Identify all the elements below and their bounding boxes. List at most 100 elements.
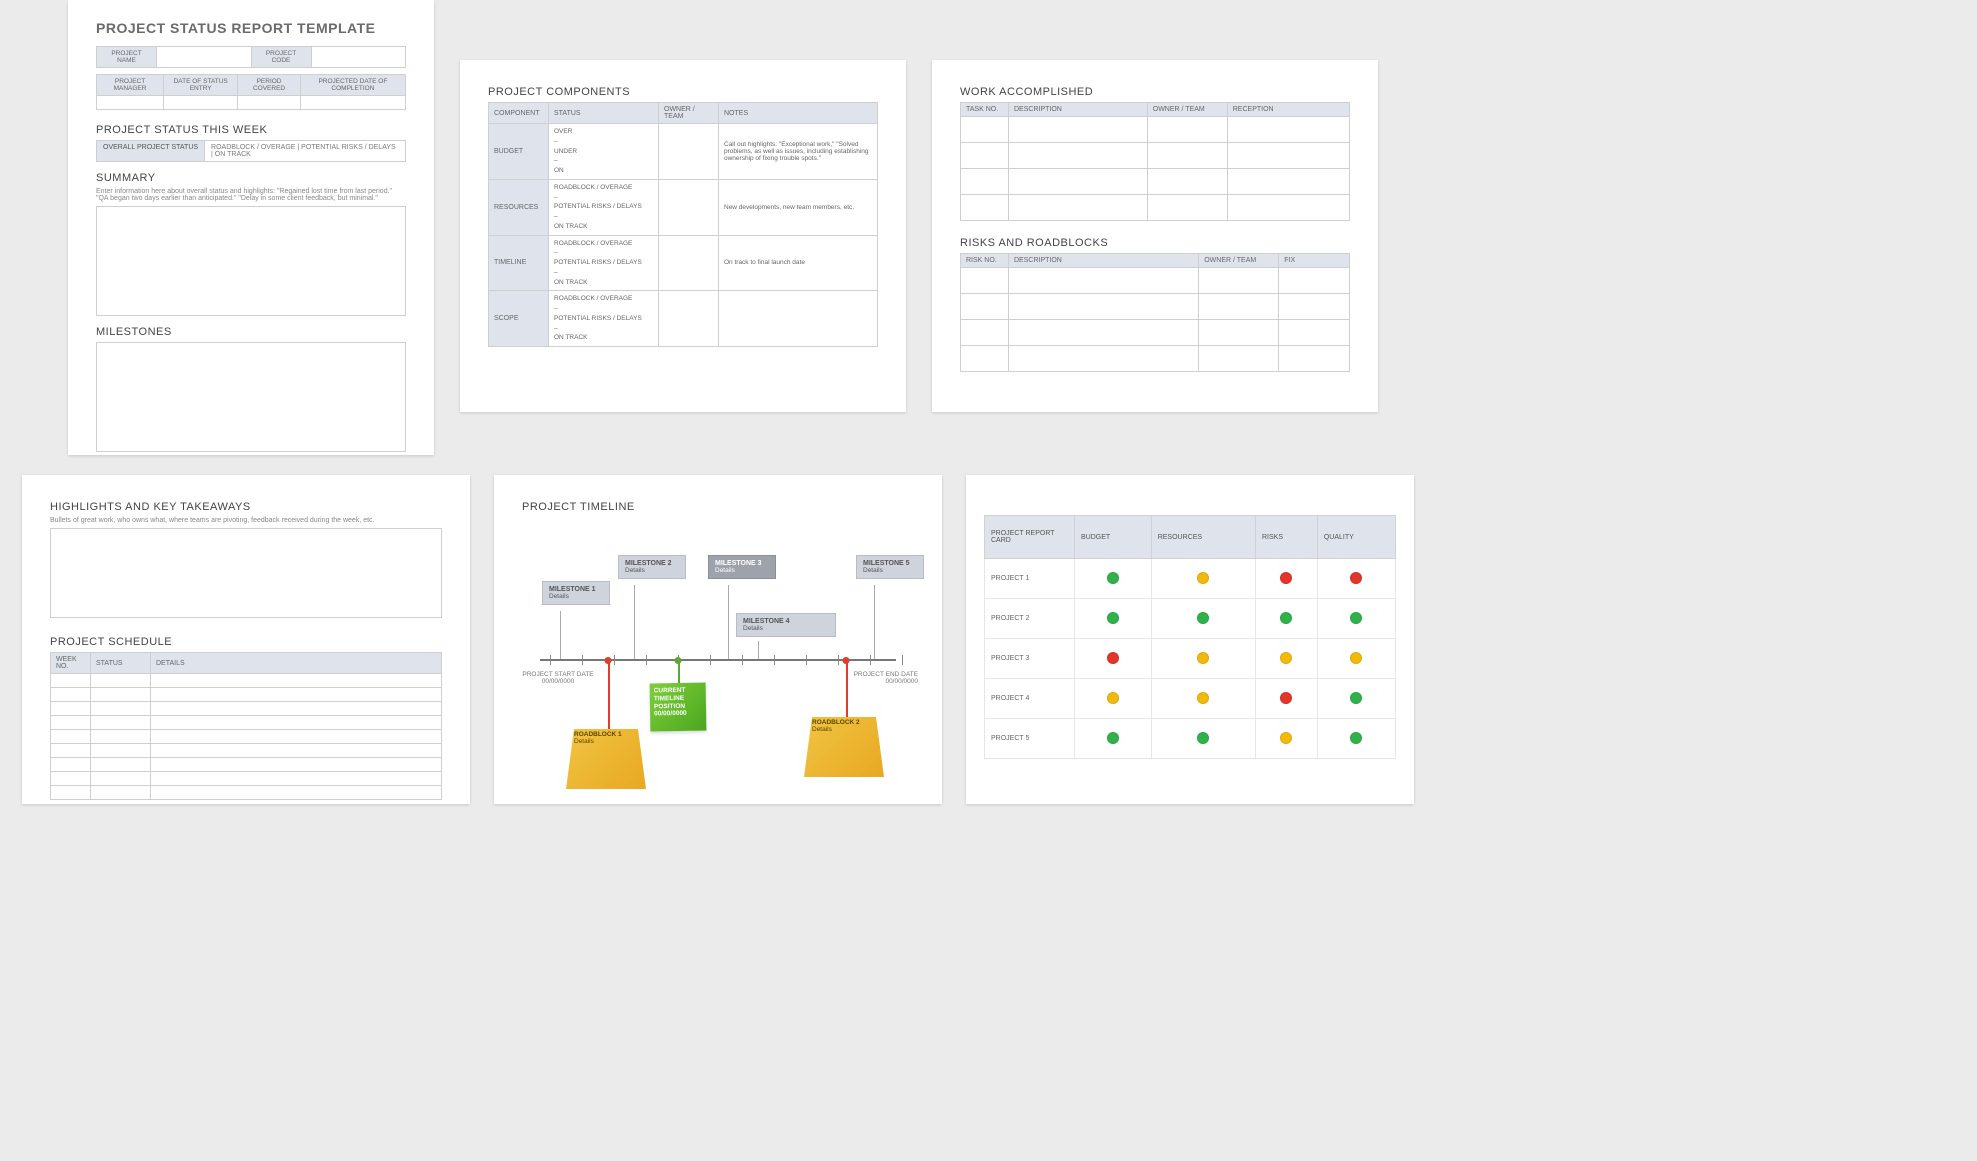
table-row: PROJECT 5 [985, 719, 1396, 759]
heading-components: PROJECT COMPONENTS [488, 86, 878, 98]
cell-project-name [157, 47, 252, 68]
milestone-5: MILESTONE 5Details [856, 555, 924, 579]
milestone-1: MILESTONE 1Details [542, 581, 610, 605]
overall-status-options: ROADBLOCK / OVERAGE | POTENTIAL RISKS / … [205, 141, 405, 161]
status-dot-icon [1107, 692, 1119, 704]
status-dot-icon [1280, 652, 1292, 664]
status-cell [1317, 599, 1395, 639]
table-row [961, 320, 1350, 346]
status-cell [1317, 679, 1395, 719]
cell-project-code [311, 47, 406, 68]
page-highlights-schedule: HIGHLIGHTS AND KEY TAKEAWAYS Bullets of … [22, 475, 470, 804]
table-row [51, 674, 442, 688]
status-dot-icon [1107, 652, 1119, 664]
status-dot-icon [1280, 572, 1292, 584]
table-row [961, 268, 1350, 294]
table-row: RESOURCES ROADBLOCK / OVERAGE – POTENTIA… [489, 179, 878, 235]
table-row [51, 716, 442, 730]
report-card-table: PROJECT REPORT CARD BUDGET RESOURCES RIS… [984, 515, 1396, 759]
table-row [51, 772, 442, 786]
current-position-note: CURRENT TIMELINE POSITION00/00/0000 [650, 683, 707, 732]
heading-highlights: HIGHLIGHTS AND KEY TAKEAWAYS [50, 501, 442, 513]
status-dot-icon [1197, 572, 1209, 584]
schedule-table: WEEK NO. STATUS DETAILS [50, 652, 442, 800]
table-row: PROJECT 2 [985, 599, 1396, 639]
project-name: PROJECT 4 [985, 679, 1075, 719]
highlights-note: Bullets of great work, who owns what, wh… [50, 517, 442, 524]
start-date-label: PROJECT START DATE00/00/0000 [518, 671, 598, 685]
col-manager: PROJECT MANAGER [97, 75, 164, 96]
project-name: PROJECT 3 [985, 639, 1075, 679]
label-overall-status: OVERALL PROJECT STATUS [97, 141, 205, 161]
status-cell [1075, 719, 1152, 759]
corner-label: PROJECT REPORT CARD [985, 516, 1075, 559]
status-cell [1256, 639, 1318, 679]
table-row: PROJECT 1 [985, 559, 1396, 599]
summary-note: Enter information here about overall sta… [96, 188, 406, 202]
label-project-name: PROJECT NAME [97, 47, 157, 68]
status-dot-icon [1350, 572, 1362, 584]
heading-summary: SUMMARY [96, 172, 406, 184]
summary-box [96, 206, 406, 316]
heading-timeline: PROJECT TIMELINE [522, 501, 914, 513]
highlights-box [50, 528, 442, 618]
table-row [51, 786, 442, 800]
status-dot-icon [1280, 732, 1292, 744]
project-id-table: PROJECT NAME PROJECT CODE [96, 46, 406, 68]
status-cell [1151, 639, 1255, 679]
milestone-2: MILESTONE 2Details [618, 555, 686, 579]
status-dot-icon [1107, 572, 1119, 584]
status-dot-icon [1107, 732, 1119, 744]
status-cell [1075, 599, 1152, 639]
status-cell [1256, 679, 1318, 719]
status-cell [1151, 679, 1255, 719]
status-dot-icon [1197, 692, 1209, 704]
status-cell [1256, 719, 1318, 759]
roadblock-2-line [846, 659, 848, 719]
table-row [961, 117, 1350, 143]
table-row [51, 688, 442, 702]
status-cell [1317, 639, 1395, 679]
status-cell [1256, 559, 1318, 599]
table-row [51, 744, 442, 758]
work-table: TASK NO. DESCRIPTION OWNER / TEAM RECEPT… [960, 102, 1350, 221]
table-row: SCOPE ROADBLOCK / OVERAGE – POTENTIAL RI… [489, 291, 878, 347]
heading-risks: RISKS AND ROADBLOCKS [960, 237, 1350, 249]
status-dot-icon [1197, 732, 1209, 744]
heading-milestones: MILESTONES [96, 326, 406, 338]
status-dot-icon [1280, 612, 1292, 624]
status-dot-icon [1107, 612, 1119, 624]
project-info-table: PROJECT MANAGER DATE OF STATUS ENTRY PER… [96, 74, 406, 110]
status-cell [1075, 559, 1152, 599]
col-completion: PROJECTED DATE OF COMPLETION [300, 75, 405, 96]
page-report-card: PROJECT REPORT CARD BUDGET RESOURCES RIS… [966, 475, 1414, 804]
project-name: PROJECT 5 [985, 719, 1075, 759]
col-date-entry: DATE OF STATUS ENTRY [164, 75, 238, 96]
risks-table: RISK NO. DESCRIPTION OWNER / TEAM FIX [960, 253, 1350, 372]
roadblock-2: ROADBLOCK 2Details [804, 713, 884, 777]
table-row: PROJECT 3 [985, 639, 1396, 679]
milestone-3: MILESTONE 3Details [708, 555, 776, 579]
table-row [961, 195, 1350, 221]
status-cell [1256, 599, 1318, 639]
doc-title: PROJECT STATUS REPORT TEMPLATE [96, 20, 406, 36]
table-row: TIMELINE ROADBLOCK / OVERAGE – POTENTIAL… [489, 235, 878, 291]
status-cell [1151, 719, 1255, 759]
overall-status-bar: OVERALL PROJECT STATUS ROADBLOCK / OVERA… [96, 140, 406, 162]
status-dot-icon [1350, 732, 1362, 744]
table-row: PROJECT 4 [985, 679, 1396, 719]
page-work-risks: WORK ACCOMPLISHED TASK NO. DESCRIPTION O… [932, 60, 1378, 412]
status-dot-icon [1197, 652, 1209, 664]
status-dot-icon [1280, 692, 1292, 704]
col-period: PERIOD COVERED [238, 75, 301, 96]
status-dot-icon [1350, 692, 1362, 704]
milestones-box [96, 342, 406, 452]
status-dot-icon [1197, 612, 1209, 624]
status-dot-icon [1350, 652, 1362, 664]
table-row [51, 730, 442, 744]
components-table: COMPONENT STATUS OWNER / TEAM NOTES BUDG… [488, 102, 878, 347]
table-row [51, 758, 442, 772]
end-date-label: PROJECT END DATE00/00/0000 [838, 671, 918, 685]
page-timeline: PROJECT TIMELINE MILESTONE 1Details MILE… [494, 475, 942, 804]
heading-status-week: PROJECT STATUS THIS WEEK [96, 124, 406, 136]
